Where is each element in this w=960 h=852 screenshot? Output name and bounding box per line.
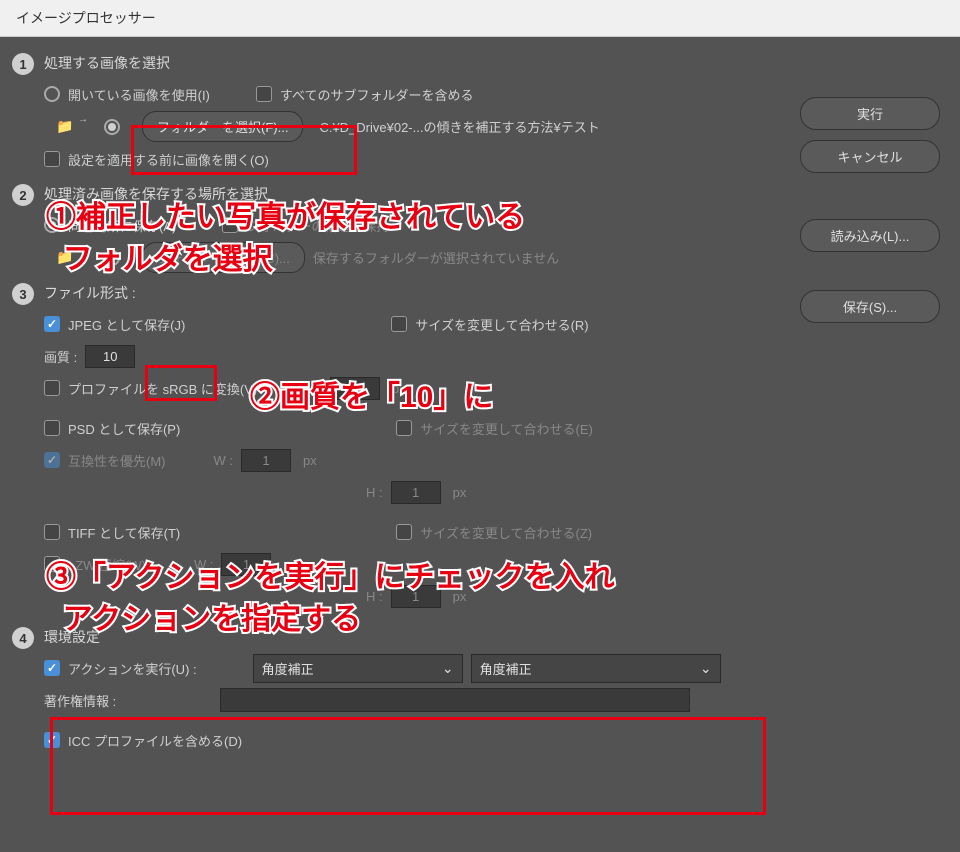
not-selected-label: 保存するフォルダーが選択されていません: [313, 248, 559, 267]
same-loc-label: 同じ場所に保存(A): [68, 216, 176, 235]
quality-input[interactable]: [85, 345, 135, 368]
compat-label: 互換性を優先(M): [68, 451, 166, 470]
srgb-label: プロファイルを sRGB に変換(V): [68, 379, 257, 398]
load-button[interactable]: 読み込み(L)...: [800, 219, 940, 252]
select-folder-radio[interactable]: [104, 119, 120, 135]
h-label-2: H :: [366, 485, 383, 500]
compat-checkbox[interactable]: [44, 452, 60, 468]
folder-icon-2: [56, 249, 84, 267]
select-folder2-button[interactable]: フォルダーを選択(C)...: [142, 242, 305, 273]
px-label: px: [392, 381, 406, 396]
h-label-3: H :: [366, 589, 383, 604]
select-folder2-radio[interactable]: [104, 250, 120, 266]
section-badge-2: 2: [12, 184, 34, 206]
keep-struct-checkbox[interactable]: [222, 217, 238, 233]
icc-label: ICC プロファイルを含める(D): [68, 731, 242, 750]
section-badge-1: 1: [12, 53, 34, 75]
section-badge-3: 3: [12, 283, 34, 305]
px-label-3: px: [453, 485, 467, 500]
resize-r-checkbox[interactable]: [391, 316, 407, 332]
jpeg-checkbox[interactable]: [44, 316, 60, 332]
same-loc-radio[interactable]: [44, 217, 60, 233]
resize-z-label: サイズを変更して合わせる(Z): [420, 523, 592, 542]
run-action-checkbox[interactable]: [44, 660, 60, 676]
srgb-checkbox[interactable]: [44, 380, 60, 396]
section3-title: ファイル形式 :: [44, 283, 772, 303]
h-input-2: [391, 481, 441, 504]
psd-checkbox[interactable]: [44, 420, 60, 436]
section1-title: 処理する画像を選択: [44, 53, 772, 73]
selected-path: C:¥D_Drive¥02-...の傾きを補正する方法¥テスト: [319, 117, 599, 136]
run-action-label: アクションを実行(U) :: [68, 659, 197, 678]
w-label: W :: [214, 453, 234, 468]
lzw-checkbox[interactable]: [44, 556, 60, 572]
use-open-label: 開いている画像を使用(I): [68, 85, 210, 104]
open-first-label: 設定を適用する前に画像を開く(O): [68, 150, 269, 169]
icc-checkbox[interactable]: [44, 732, 60, 748]
px-label-4: px: [283, 557, 297, 572]
use-open-radio[interactable]: [44, 86, 60, 102]
folder-icon: [56, 118, 84, 136]
tiff-checkbox[interactable]: [44, 524, 60, 540]
window-title: イメージプロセッサー: [0, 0, 960, 37]
w-input-2: [241, 449, 291, 472]
lzw-label: LZW 圧縮(W): [68, 555, 146, 574]
quality-label: 画質 :: [44, 347, 77, 366]
section2-title: 処理済み画像を保存する場所を選択: [44, 184, 772, 204]
include-sub-label: すべてのサブフォルダーを含める: [280, 85, 474, 104]
resize-z-checkbox[interactable]: [396, 524, 412, 540]
resize-r-label: サイズを変更して合わせる(R): [415, 315, 588, 334]
section-badge-4: 4: [12, 627, 34, 649]
open-first-checkbox[interactable]: [44, 151, 60, 167]
psd-label: PSD として保存(P): [68, 419, 180, 438]
select-folder-button[interactable]: フォルダーを選択(F)...: [142, 111, 303, 142]
action-set-select[interactable]: 角度補正: [253, 654, 463, 683]
save-button[interactable]: 保存(S)...: [800, 290, 940, 323]
h-label: H :: [305, 381, 322, 396]
jpeg-label: JPEG として保存(J): [68, 315, 185, 334]
w-input-3: [221, 553, 271, 576]
px-label-2: px: [303, 453, 317, 468]
resize-e-checkbox[interactable]: [396, 420, 412, 436]
run-button[interactable]: 実行: [800, 97, 940, 130]
resize-e-label: サイズを変更して合わせる(E): [420, 419, 593, 438]
section4-title: 環境設定: [44, 627, 772, 647]
cancel-button[interactable]: キャンセル: [800, 140, 940, 173]
w-label-3: W :: [194, 557, 214, 572]
tiff-label: TIFF として保存(T): [68, 523, 180, 542]
keep-struct-label: フォルダーの構造を保持: [246, 216, 389, 235]
px-label-5: px: [453, 589, 467, 604]
include-sub-checkbox[interactable]: [256, 86, 272, 102]
h-input-1: [330, 377, 380, 400]
copyright-label: 著作権情報 :: [44, 691, 116, 710]
h-input-3: [391, 585, 441, 608]
copyright-input[interactable]: [220, 688, 690, 712]
action-name-select[interactable]: 角度補正: [471, 654, 721, 683]
